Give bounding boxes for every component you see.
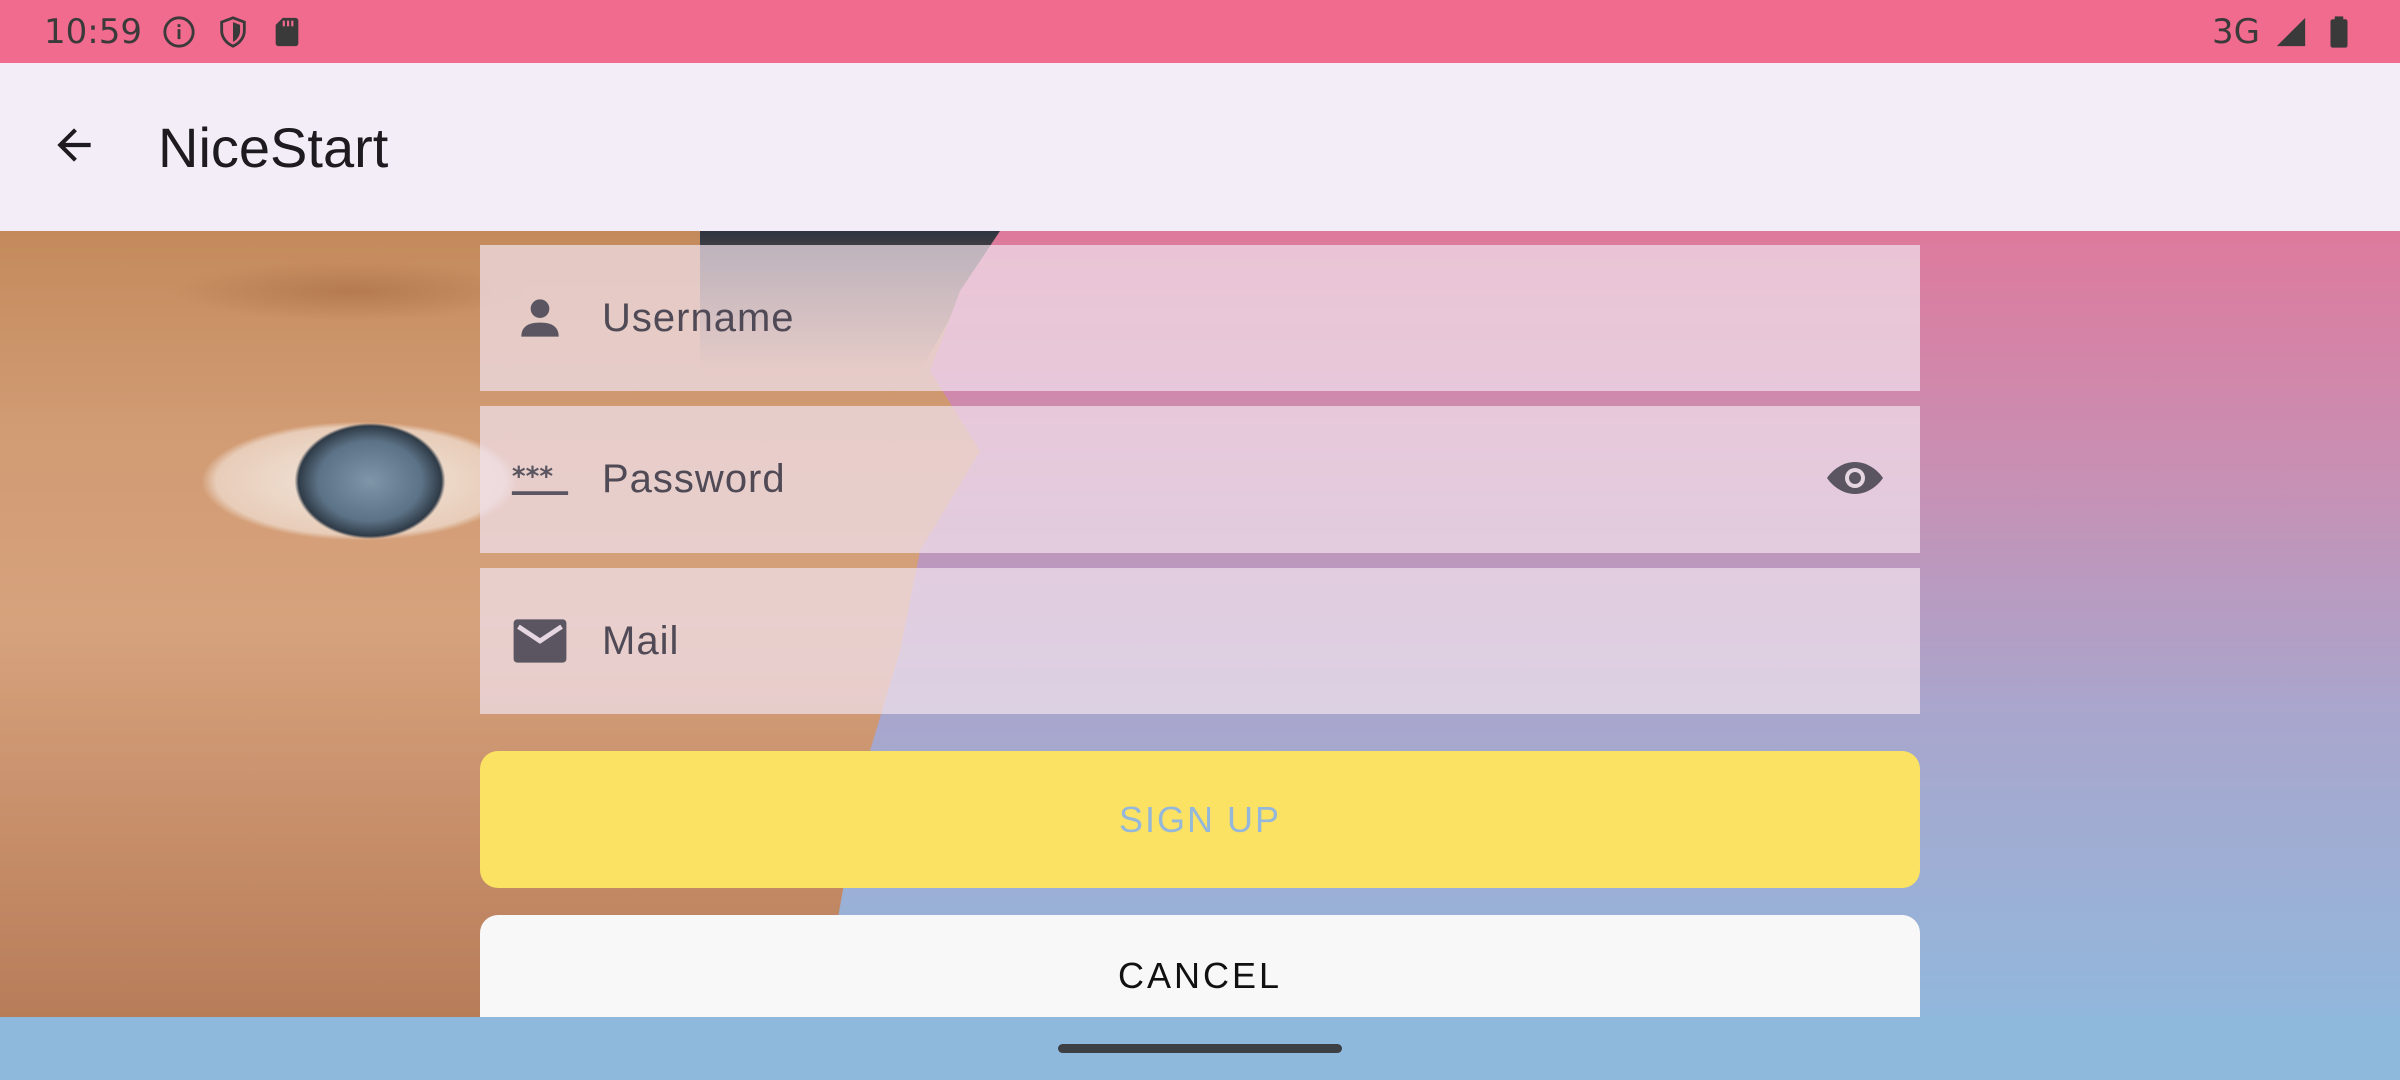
- password-icon: ***: [510, 450, 570, 510]
- username-input[interactable]: [602, 245, 1920, 391]
- app-bar: NiceStart: [0, 63, 2400, 231]
- signal-icon: [2274, 15, 2308, 49]
- cancel-button[interactable]: CANCEL: [480, 915, 1920, 1017]
- page-title: NiceStart: [158, 115, 389, 179]
- battery-icon: [2322, 15, 2356, 49]
- mail-field: [480, 568, 1920, 714]
- status-left: 10:59: [44, 12, 304, 52]
- info-icon: [162, 15, 196, 49]
- mail-icon: [510, 611, 570, 671]
- eyebrow-shading: [170, 261, 530, 321]
- mail-input[interactable]: [602, 568, 1920, 714]
- password-visibility-toggle[interactable]: [1820, 445, 1890, 515]
- arrow-back-icon: [49, 120, 99, 174]
- back-button[interactable]: [34, 107, 114, 187]
- person-icon: [510, 288, 570, 348]
- username-field: [480, 245, 1920, 391]
- signup-button[interactable]: SIGN UP: [480, 751, 1920, 888]
- status-time: 10:59: [44, 11, 142, 52]
- password-input[interactable]: [602, 406, 1820, 553]
- eye-icon: [1825, 458, 1885, 502]
- content-area: *** SIGN UP CANCEL: [0, 231, 2400, 1017]
- home-gesture-handle[interactable]: [1058, 1044, 1342, 1053]
- network-type: 3G: [2212, 11, 2260, 52]
- shield-icon: [216, 15, 250, 49]
- status-bar: 10:59 3G: [0, 0, 2400, 63]
- svg-text:***: ***: [512, 462, 553, 492]
- sd-card-icon: [270, 15, 304, 49]
- password-field: ***: [480, 406, 1920, 553]
- status-right: 3G: [2212, 12, 2356, 52]
- navigation-bar: [0, 1017, 2400, 1080]
